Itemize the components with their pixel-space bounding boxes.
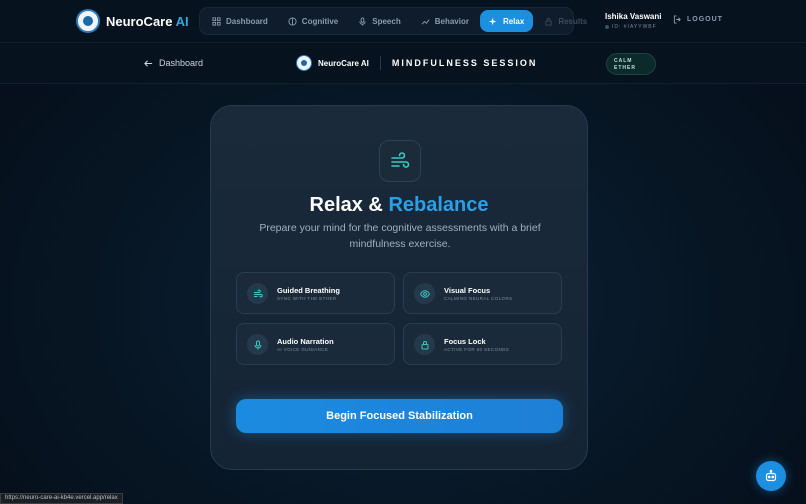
nav-cognitive[interactable]: Cognitive <box>279 10 347 32</box>
begin-stabilization-button[interactable]: Begin Focused Stabilization <box>236 399 563 433</box>
feature-guided-breathing: Guided Breathing SYNC WITH THE ETHER <box>236 272 395 314</box>
back-label: Dashboard <box>159 58 204 68</box>
nav-relax-label: Relax <box>502 16 525 26</box>
session-header: Dashboard NeuroCare AI MINDFULNESS SESSI… <box>0 43 806 84</box>
lock-icon <box>545 17 552 26</box>
user-id: ID: #IAYYWBF <box>605 24 661 30</box>
microphone-icon <box>359 16 366 26</box>
session-title: MINDFULNESS SESSION <box>391 58 538 68</box>
calm-ether-badge: CALM ETHER <box>606 53 656 75</box>
nav-results: Results <box>535 10 596 32</box>
main-nav: Dashboard Cognitive Speech Behavior Rela… <box>199 7 587 35</box>
lock-icon <box>421 340 428 349</box>
nav-behavior-label: Behavior <box>434 16 469 26</box>
microphone-icon <box>254 340 261 349</box>
logout-icon <box>673 15 681 24</box>
wind-icon <box>253 289 263 297</box>
brand-logo[interactable]: NeuroCare AI <box>76 9 189 33</box>
logout-label: LOGOUT <box>687 16 723 23</box>
feature-subtitle: AI VOICE GUIDANCE <box>277 347 329 352</box>
nav-dashboard-label: Dashboard <box>226 16 268 26</box>
nav-dashboard[interactable]: Dashboard <box>203 10 277 32</box>
feature-title: Guided Breathing <box>277 286 340 295</box>
nav-results-label: Results <box>558 16 588 26</box>
nav-speech[interactable]: Speech <box>349 10 409 32</box>
brain-logo-icon <box>296 55 312 71</box>
logout-button[interactable]: LOGOUT <box>673 15 723 24</box>
feature-title: Audio Narration <box>277 337 334 346</box>
divider <box>379 56 381 70</box>
badge-line-1: CALM <box>614 58 633 64</box>
status-dot-icon <box>605 25 609 29</box>
brain-icon <box>288 16 297 26</box>
feature-audio-narration: Audio Narration AI VOICE GUIDANCE <box>236 323 395 365</box>
arrow-left-icon <box>144 59 153 67</box>
wind-icon <box>391 152 410 168</box>
page-description: Prepare your mind for the cognitive asse… <box>259 222 541 250</box>
feature-subtitle: CALMING NEURAL COLORS <box>444 296 513 301</box>
session-brand-text: NeuroCare AI <box>318 58 369 68</box>
page-title: Relax & Rebalance <box>309 194 489 216</box>
assistant-chat-button[interactable] <box>756 461 786 491</box>
nav-speech-label: Speech <box>372 16 401 26</box>
badge-line-2: ETHER <box>614 65 636 71</box>
feature-subtitle: SYNC WITH THE ETHER <box>277 296 337 301</box>
feature-subtitle: ACTIVE FOR 60 SECONDS <box>444 347 510 352</box>
status-bar-url: https://neuro-care-ai-kb4e.vercel.app/re… <box>0 493 123 504</box>
feature-icon-wrap <box>247 283 268 304</box>
feature-title: Visual Focus <box>444 286 491 295</box>
wind-icon-box <box>379 140 421 182</box>
grid-icon <box>212 16 221 26</box>
eye-icon <box>419 289 430 298</box>
feature-title: Focus Lock <box>444 337 486 346</box>
relax-card: Relax & Rebalance Prepare your mind for … <box>210 105 588 470</box>
session-brand: NeuroCare AI MINDFULNESS SESSION <box>296 55 537 71</box>
feature-focus-lock: Focus Lock ACTIVE FOR 60 SECONDS <box>403 323 562 365</box>
feature-icon-wrap <box>414 334 435 355</box>
user-name: Ishika Vaswani <box>605 12 662 21</box>
top-navigation-bar: NeuroCare AI Dashboard Cognitive Speech … <box>0 0 806 43</box>
feature-icon-wrap <box>414 283 435 304</box>
back-to-dashboard-link[interactable]: Dashboard <box>144 58 203 68</box>
brain-logo-icon <box>76 9 100 33</box>
brand-name: NeuroCare AI <box>106 13 189 29</box>
feature-icon-wrap <box>247 334 268 355</box>
nav-relax[interactable]: Relax <box>479 10 534 32</box>
feature-visual-focus: Visual Focus CALMING NEURAL COLORS <box>403 272 562 314</box>
trend-icon <box>421 18 430 25</box>
robot-icon <box>765 469 777 482</box>
nav-cognitive-label: Cognitive <box>301 16 339 26</box>
nav-behavior[interactable]: Behavior <box>412 10 478 32</box>
sparkles-icon <box>488 17 497 25</box>
user-info: Ishika Vaswani ID: #IAYYWBF <box>605 12 661 30</box>
